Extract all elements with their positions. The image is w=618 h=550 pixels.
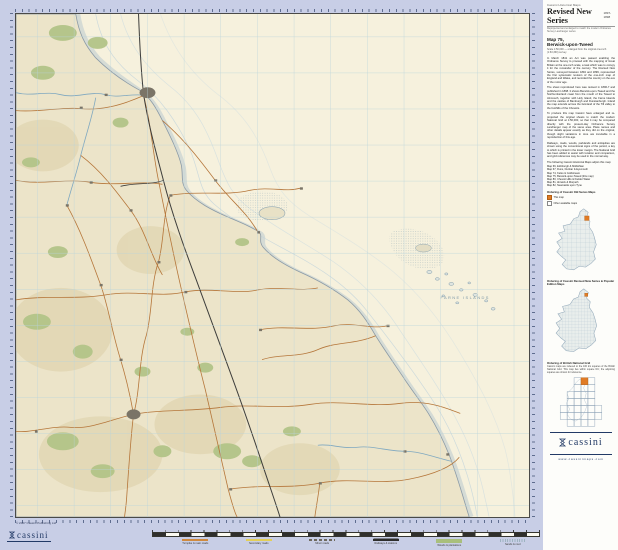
this-map-swatch bbox=[547, 195, 552, 200]
adjoining-maps-intro: The following Cassini Historical Maps ad… bbox=[547, 161, 615, 164]
scale-bar bbox=[152, 530, 540, 537]
national-grid-note: Cassini maps are indexed to the 100 km s… bbox=[547, 366, 615, 374]
index-map-new-series bbox=[552, 287, 610, 359]
index-map-legend: This map Other available maps bbox=[547, 195, 615, 206]
footer-cassini-logo: cassini bbox=[7, 530, 51, 542]
adjoining-map-entry: Map 82, Newcastle upon Tyne bbox=[547, 184, 615, 187]
sand-symbol bbox=[500, 539, 526, 542]
map-canvas: FARNE ISLANDS bbox=[16, 14, 529, 517]
key-item: Secondary roads bbox=[232, 539, 287, 547]
series-title: Revised New Series bbox=[547, 7, 601, 25]
railway-symbol bbox=[373, 539, 399, 541]
bottom-margin-ticks bbox=[15, 520, 530, 523]
website-url: www.cassinimaps.com bbox=[547, 457, 615, 461]
index-map-2-heading: Ordering of Cassini Revised New Series &… bbox=[547, 280, 615, 286]
index-map-national-grid bbox=[556, 376, 606, 428]
other-maps-label: Other available maps bbox=[554, 202, 578, 205]
highlighted-grid-square bbox=[581, 377, 588, 384]
scale-note: Scale 1:50,000 — enlarged from the origi… bbox=[547, 49, 615, 55]
key-item: Sands & mud bbox=[486, 539, 541, 547]
wood-symbol bbox=[436, 539, 462, 543]
highlighted-sheet bbox=[585, 216, 589, 220]
description-paragraph: In March 1841 an Act was passed enabling… bbox=[547, 57, 615, 84]
hourglass-icon bbox=[9, 531, 15, 539]
key-item: Minor roads bbox=[295, 539, 350, 547]
key-label: Minor roads bbox=[315, 542, 329, 545]
map-title: Berwick-upon-Tweed bbox=[547, 42, 615, 47]
map-sheet: FARNE ISLANDS bbox=[15, 13, 530, 518]
right-margin-ticks bbox=[532, 13, 535, 518]
key-label: Turnpike & main roads bbox=[182, 542, 208, 545]
secondary-road-symbol bbox=[246, 539, 272, 541]
key-label: Secondary roads bbox=[249, 542, 269, 545]
minor-road-symbol bbox=[309, 539, 335, 541]
other-maps-swatch bbox=[547, 201, 552, 206]
series-title-row: Revised New Series 1897-1898 bbox=[547, 7, 615, 27]
key-item: Woods & plantations bbox=[422, 539, 477, 547]
left-margin-ticks bbox=[10, 13, 13, 518]
key-label: Railways & stations bbox=[375, 542, 398, 545]
footer-logo-text: cassini bbox=[17, 530, 49, 540]
map-copyright: © 2007 Cassini Publishing Ltd bbox=[16, 521, 56, 525]
index-map-old-series bbox=[554, 207, 608, 277]
scale-bar-segments bbox=[152, 532, 540, 537]
sidebar-logo-text: cassini bbox=[568, 437, 602, 448]
description-paragraph: Railways, roads, woods, parklands and an… bbox=[547, 142, 615, 159]
series-dates: 1897-1898 bbox=[603, 11, 615, 19]
key-item: Railways & stations bbox=[359, 539, 414, 547]
key-label: Woods & plantations bbox=[437, 544, 461, 547]
national-grid-overlay bbox=[16, 14, 529, 517]
highlighted-sheet bbox=[585, 293, 588, 296]
top-margin-ticks bbox=[15, 9, 530, 12]
publisher-line: Reprojected and enlarged to match the mo… bbox=[547, 28, 615, 34]
hourglass-icon bbox=[559, 438, 566, 447]
turnpike-road-symbol bbox=[182, 539, 208, 541]
this-map-label: This map bbox=[554, 196, 564, 199]
index-map-1-heading: Ordering of Cassini Old Series Maps bbox=[547, 191, 615, 194]
description-paragraph: The sheet reproduced here was revised in… bbox=[547, 86, 615, 109]
description-paragraph: To produce this map Cassini have enlarge… bbox=[547, 112, 615, 139]
sidebar-cassini-logo: cassini bbox=[550, 432, 612, 455]
map-key-legend: Turnpike & main roads Secondary roads Mi… bbox=[168, 539, 540, 547]
key-item: Turnpike & main roads bbox=[168, 539, 223, 547]
key-label: Sands & mud bbox=[505, 543, 521, 546]
info-sidebar: Cassini Historical Maps Revised New Seri… bbox=[543, 0, 618, 550]
